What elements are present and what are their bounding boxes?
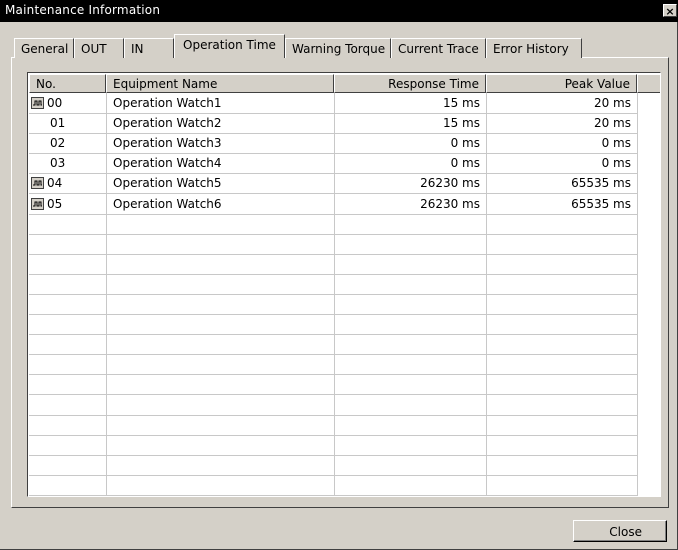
row-gridline — [29, 314, 638, 315]
row-gridline — [29, 374, 638, 375]
cell-no: 03 — [29, 153, 106, 173]
column-header-peak-value[interactable]: Peak Value — [486, 74, 637, 93]
cell-equipment-name: Operation Watch4 — [113, 156, 222, 170]
cell-peak-value: 20 ms — [593, 96, 631, 110]
table-row[interactable]: 02 Operation Watch3 0 ms 0 ms — [29, 133, 638, 153]
window-close-icon[interactable]: × — [663, 4, 677, 18]
row-gridline — [29, 214, 638, 215]
cell-no: 05 — [29, 194, 106, 214]
tab-label: General — [21, 42, 69, 56]
cell-equipment-name: Operation Watch3 — [113, 136, 222, 150]
table-row[interactable]: 05 Operation Watch6 26230 ms 65535 ms — [29, 194, 638, 214]
column-header-equipment-name[interactable]: Equipment Name — [106, 74, 334, 93]
cell-peak-value: 20 ms — [593, 116, 631, 130]
window-title: Maintenance Information — [5, 3, 161, 17]
row-number: 04 — [47, 176, 63, 190]
table-row[interactable]: 03 Operation Watch4 0 ms 0 ms — [29, 153, 638, 173]
row-gridline — [29, 254, 638, 255]
row-gridline — [29, 334, 638, 335]
row-gridline — [29, 354, 638, 355]
cell-peak-value: 0 ms — [601, 136, 631, 150]
row-number: 00 — [47, 96, 63, 110]
column-header-no[interactable]: No. — [29, 74, 106, 93]
cell-no: 02 — [29, 133, 106, 153]
waveform-icon — [31, 177, 44, 189]
cell-equipment-name: Operation Watch6 — [113, 197, 222, 211]
tab-label: IN — [131, 42, 144, 56]
cell-equipment-name: Operation Watch5 — [113, 176, 222, 190]
row-gridline — [29, 475, 638, 476]
cell-no: 01 — [29, 113, 106, 133]
waveform-icon — [31, 198, 44, 210]
cell-no: 04 — [29, 173, 106, 193]
close-button[interactable]: Close — [573, 520, 667, 542]
cell-equipment-name: Operation Watch1 — [113, 96, 222, 110]
table-row[interactable]: 00 Operation Watch1 15 ms 20 ms — [29, 93, 638, 113]
tab-label: Operation Time — [183, 38, 276, 52]
row-gridline — [29, 455, 638, 456]
cell-response-time: 26230 ms — [420, 176, 480, 190]
row-gridline — [29, 495, 638, 496]
cell-peak-value: 0 ms — [601, 156, 631, 170]
tab-warning-torque[interactable]: Warning Torque — [285, 38, 391, 58]
title-bar: Maintenance Information × — [0, 0, 678, 22]
row-number: 03 — [50, 156, 66, 170]
row-gridline — [29, 435, 638, 436]
row-number: 01 — [50, 116, 66, 130]
row-gridline — [29, 234, 638, 235]
cell-response-time: 15 ms — [442, 96, 480, 110]
cell-response-time: 0 ms — [450, 136, 480, 150]
tab-label: OUT — [81, 42, 107, 56]
tab-general[interactable]: General — [14, 38, 74, 58]
row-gridline — [29, 394, 638, 395]
tab-operation-time[interactable]: Operation Time — [174, 34, 285, 58]
tab-label: Current Trace — [398, 42, 479, 56]
cell-peak-value: 65535 ms — [571, 176, 631, 190]
tab-current-trace[interactable]: Current Trace — [391, 38, 486, 58]
tab-label: Warning Torque — [292, 42, 386, 56]
column-header-filler — [637, 74, 660, 93]
cell-no: 00 — [29, 93, 106, 113]
cell-peak-value: 65535 ms — [571, 197, 631, 211]
maintenance-window: Maintenance Information × General OUT IN… — [0, 0, 678, 550]
column-header-response-time[interactable]: Response Time — [334, 74, 486, 93]
row-gridline — [29, 415, 638, 416]
row-number: 02 — [50, 136, 66, 150]
maintenance-table[interactable]: No. Equipment Name Response Time Peak Va… — [27, 72, 661, 497]
row-gridline — [29, 274, 638, 275]
cell-response-time: 15 ms — [442, 116, 480, 130]
tab-in[interactable]: IN — [124, 38, 174, 58]
table-row[interactable]: 04 Operation Watch5 26230 ms 65535 ms — [29, 173, 638, 193]
row-number: 05 — [47, 197, 63, 211]
tab-label: Error History — [493, 42, 569, 56]
tab-out[interactable]: OUT — [74, 38, 124, 58]
cell-response-time: 26230 ms — [420, 197, 480, 211]
table-row[interactable]: 01 Operation Watch2 15 ms 20 ms — [29, 113, 638, 133]
row-gridline — [29, 294, 638, 295]
cell-equipment-name: Operation Watch2 — [113, 116, 222, 130]
waveform-icon — [31, 97, 44, 109]
tab-error-history[interactable]: Error History — [486, 38, 582, 58]
cell-response-time: 0 ms — [450, 156, 480, 170]
